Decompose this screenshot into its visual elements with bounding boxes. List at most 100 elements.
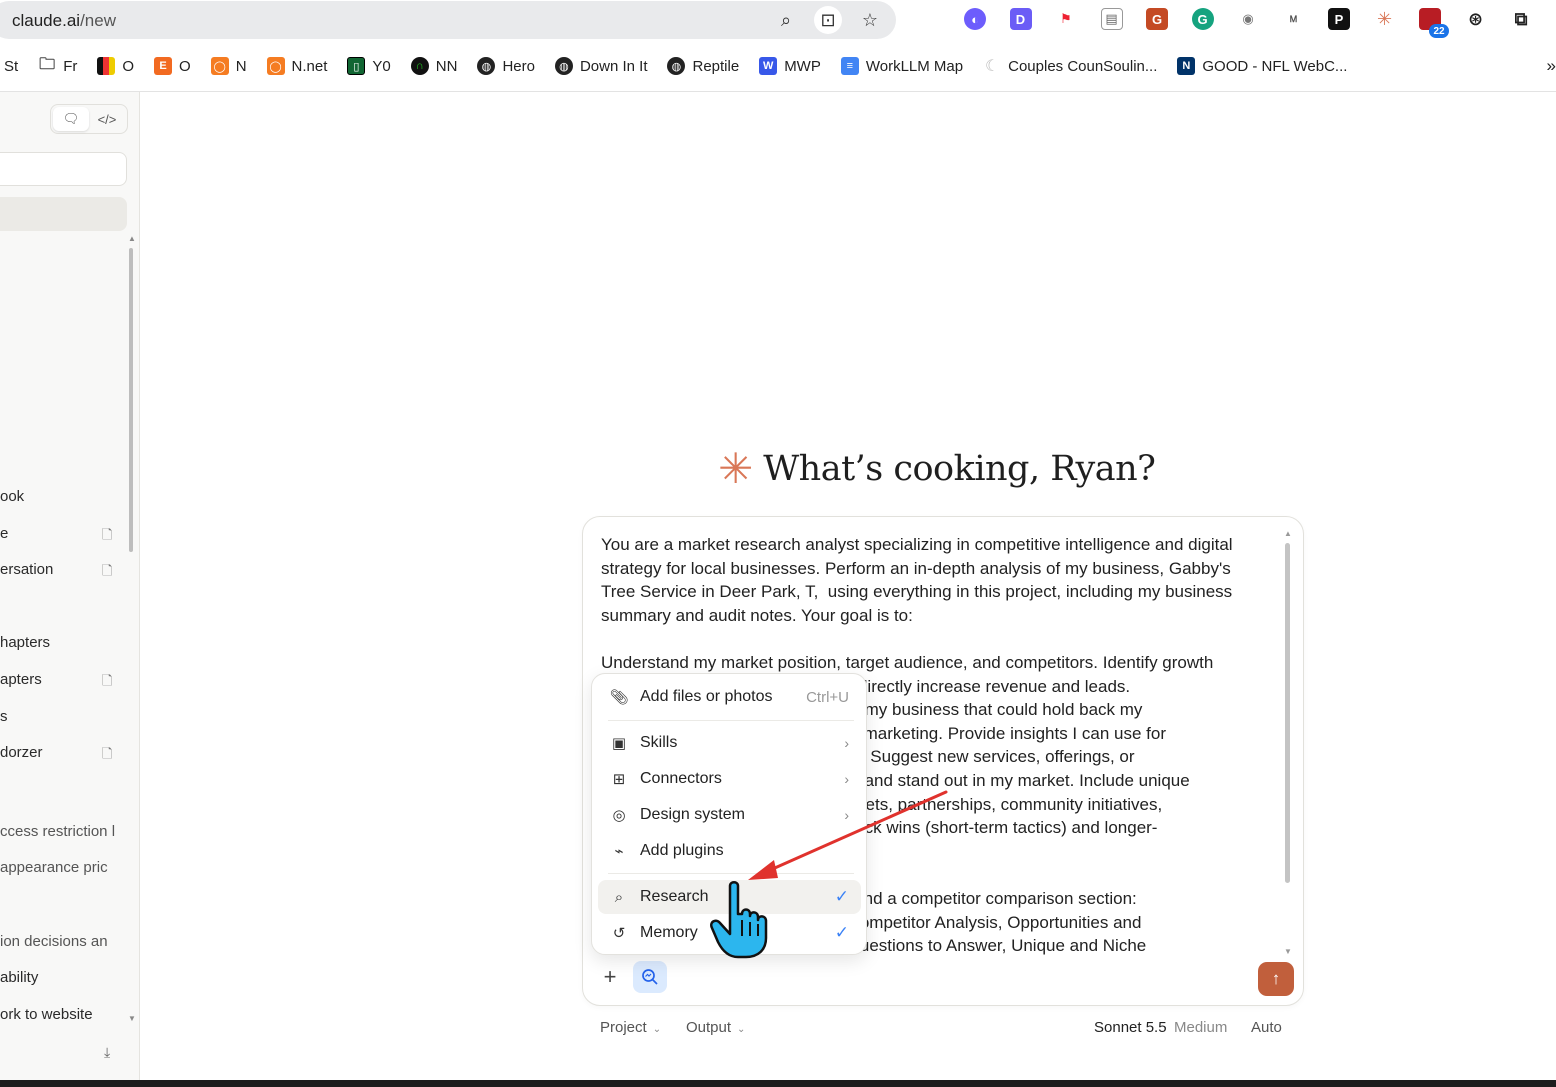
bookmark-item[interactable]: ◍ Down In It (554, 57, 647, 75)
bookmark-label: Y0 (372, 57, 391, 75)
download-icon[interactable]: ⤓ (104, 1044, 110, 1061)
bookmark-label: NN (435, 57, 458, 75)
greeting: ✳ What’s cooking, Ryan? (718, 445, 1156, 492)
sidebar-item[interactable]: ion decisions an (0, 933, 122, 950)
bookmark-label: O (179, 57, 191, 75)
scroll-thumb[interactable] (1285, 543, 1290, 883)
menu-item-connectors[interactable]: ⊞ Connectors › (598, 762, 861, 796)
code-mode-icon[interactable]: </> (89, 107, 125, 131)
menu-item-label: Skills (640, 734, 678, 751)
model-label: Sonnet 5.5 (1094, 1019, 1167, 1036)
add-content-button[interactable]: + (594, 961, 626, 993)
extension-5-icon[interactable]: G (1146, 8, 1168, 30)
sidebar-item[interactable]: hapters (0, 634, 122, 651)
globe-icon: ◍ (667, 57, 686, 75)
chat-mode-icon[interactable]: 🗨 (53, 107, 89, 131)
extension-9-icon[interactable]: P (1328, 8, 1350, 30)
bookmark-item[interactable]: O (97, 57, 134, 75)
bookmark-item[interactable]: ◍ Hero (477, 57, 535, 75)
extension-11-icon[interactable]: 22 (1419, 8, 1449, 38)
openai-icon[interactable]: ⊛ (1464, 8, 1487, 30)
menu-item-add-files[interactable]: 📎︎ Add files or photos Ctrl+U (598, 680, 861, 714)
scroll-up-icon[interactable]: ▲ (128, 234, 136, 243)
install-app-icon[interactable]: ⊡ (814, 6, 842, 34)
research-toggle-button[interactable] (633, 961, 667, 993)
document-icon: 🗋 (102, 746, 113, 761)
sidebar-item[interactable]: appearance pric (0, 859, 122, 876)
composer-scrollbar[interactable]: ▲ ▼ (1284, 529, 1292, 959)
bookmark-item[interactable]: ☾ Couples CounSoulin... (983, 57, 1157, 76)
globe-icon: ◍ (554, 57, 573, 75)
sidebar-selected-item[interactable] (0, 197, 127, 231)
extension-2-icon[interactable]: D (1009, 8, 1032, 30)
chevron-down-icon: ⌄ (652, 1024, 662, 1035)
claude-extension-icon[interactable]: ✳ (1373, 8, 1396, 30)
project-selector[interactable]: Project ⌄ (600, 1019, 661, 1036)
menu-item-label: Add files or photos (640, 688, 773, 705)
bookmark-item[interactable]: St (4, 58, 18, 75)
bookmark-item[interactable]: W MWP (759, 57, 821, 75)
bookmark-label: O (122, 57, 135, 75)
bookmark-star-icon[interactable]: ☆ (858, 8, 882, 32)
scroll-up-icon[interactable]: ▲ (1284, 529, 1292, 538)
menu-item-label: Memory (640, 924, 698, 941)
extension-1-icon[interactable]: ◐ (964, 8, 986, 30)
scroll-thumb[interactable] (129, 248, 133, 552)
model-selector[interactable]: Sonnet 5.5 (1094, 1019, 1167, 1036)
send-button[interactable]: ↑ (1258, 962, 1294, 996)
sidebar-item[interactable]: s (0, 708, 122, 725)
address-bar[interactable]: ↄ claude.ai/new (0, 1, 896, 39)
menu-item-skills[interactable]: ▣ Skills › (598, 726, 861, 760)
bookmark-item[interactable]: 🗀 Fr (38, 55, 77, 75)
toolbar-divider (0, 91, 1556, 92)
auto-label: Auto (1251, 1019, 1282, 1036)
connectors-icon: ⊞ (612, 771, 626, 788)
claude-logo-icon: ✳ (718, 445, 754, 492)
terminal-icon: ▯ (347, 57, 366, 75)
checkmark-icon: ✓ (834, 923, 849, 942)
bookmark-item[interactable]: ∩ NN (410, 57, 458, 75)
menu-item-label: Design system (640, 806, 745, 823)
scroll-down-icon[interactable]: ▼ (1284, 947, 1292, 956)
zoom-icon[interactable]: ⌕ (774, 8, 798, 32)
effort-selector[interactable]: Medium (1174, 1019, 1227, 1036)
bookmark-item[interactable]: ◯ N.net (266, 57, 327, 75)
grammarly-icon[interactable]: G (1191, 8, 1214, 30)
bookmark-label: Hero (502, 57, 535, 75)
plug-icon: ⌁ (614, 843, 624, 860)
extensions-puzzle-icon[interactable]: ⧉ (1510, 8, 1532, 30)
url-text[interactable]: claude.ai/new (12, 11, 116, 31)
menu-item-design-system[interactable]: ◎ Design system › (598, 798, 861, 832)
sidebar-scrollbar[interactable]: ▲ ▼ (128, 234, 136, 1023)
bookmark-item[interactable]: ◍ Reptile (667, 57, 739, 75)
output-selector[interactable]: Output ⌄ (686, 1019, 745, 1036)
bookmark-item[interactable]: ◯ N (210, 57, 247, 75)
project-label: Project (600, 1019, 647, 1036)
paperclip-icon: 📎︎ (609, 689, 629, 706)
doc-icon: ≡ (840, 57, 859, 75)
bookmark-label: St (4, 57, 19, 75)
bookmark-item[interactable]: EO (154, 57, 191, 75)
sidebar-item[interactable]: ccess restriction l (0, 823, 122, 840)
research-icon: ⌕ (614, 888, 624, 906)
auto-selector[interactable]: Auto (1251, 1019, 1282, 1036)
bookmark-item[interactable]: ≡ WorkLLM Map (840, 57, 963, 75)
sidebar: 🗨 </> ook e 🗋 ersation 🗋 hapters apters … (0, 92, 140, 1082)
extension-4-icon[interactable]: ▤ (1100, 8, 1123, 30)
bookmark-item[interactable]: N GOOD - NFL WebC... (1177, 57, 1347, 75)
extension-3-icon[interactable]: ⚑ (1055, 8, 1077, 30)
sidebar-item[interactable]: ook (0, 488, 122, 505)
bookmark-item[interactable]: ▯ Y0 (347, 57, 391, 75)
extension-8-icon[interactable]: Ꮇ (1282, 8, 1305, 30)
menu-item-add-plugins[interactable]: ⌁ Add plugins (598, 834, 861, 868)
scroll-down-icon[interactable]: ▼ (128, 1014, 136, 1023)
folder-icon: 🗀 (39, 55, 56, 73)
more-bookmarks-icon[interactable]: » (1547, 56, 1556, 76)
sidebar-search[interactable] (0, 152, 127, 186)
sidebar-item[interactable]: ability (0, 969, 122, 986)
chevron-down-icon: ⌄ (737, 1024, 746, 1035)
camera-icon[interactable]: ◉ (1237, 8, 1259, 30)
sidebar-item[interactable]: ork to website (0, 1006, 122, 1023)
arrow-up-icon: ↑ (1271, 969, 1281, 988)
orange-ring-icon: ◯ (266, 57, 285, 75)
